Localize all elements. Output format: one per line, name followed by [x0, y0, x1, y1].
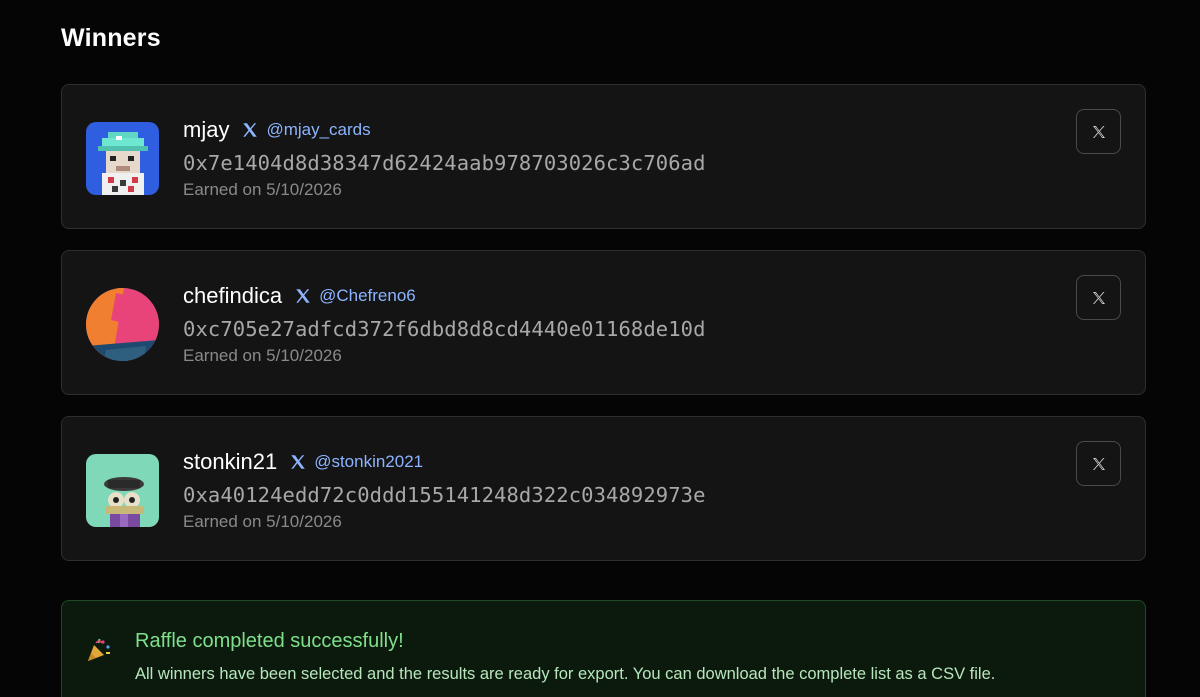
x-handle: @stonkin2021: [314, 452, 424, 471]
x-logo-icon: [291, 455, 305, 469]
avatar: [86, 122, 159, 195]
party-popper-icon: [88, 638, 110, 661]
x-logo-icon: [296, 289, 310, 303]
success-title: Raffle completed successfully!: [135, 630, 404, 652]
x-logo-icon: [1092, 125, 1105, 138]
winner-username: mjay: [183, 117, 230, 142]
share-on-x-button[interactable]: [1076, 441, 1121, 486]
share-on-x-button[interactable]: [1076, 109, 1121, 154]
winner-info: mjay @mjay_cards 0x7e1404d8d38347d62424a…: [183, 115, 706, 200]
x-profile-link[interactable]: @mjay_cards: [241, 120, 371, 140]
share-on-x-button[interactable]: [1076, 275, 1121, 320]
earned-date: Earned on 5/10/2026: [183, 346, 342, 365]
avatar: [86, 454, 159, 527]
winner-card: mjay @mjay_cards 0x7e1404d8d38347d62424a…: [61, 84, 1146, 229]
winner-info: chefindica @Chefreno6 0xc705e27adfcd372f…: [183, 281, 706, 366]
x-profile-link[interactable]: @stonkin2021: [289, 452, 423, 472]
section-title: Winners: [61, 24, 161, 52]
winners-page: Winners mjay @mjay_cards 0x7e1404d8d3834…: [0, 0, 1200, 697]
success-banner: Raffle completed successfully! All winne…: [61, 600, 1146, 697]
avatar: [86, 288, 159, 361]
name-row: chefindica @Chefreno6: [183, 281, 706, 311]
name-row: stonkin21 @stonkin2021: [183, 447, 706, 477]
winner-card: chefindica @Chefreno6 0xc705e27adfcd372f…: [61, 250, 1146, 395]
winner-username: chefindica: [183, 283, 283, 308]
wallet-address: 0x7e1404d8d38347d62424aab978703026c3c706…: [183, 151, 706, 175]
wallet-address: 0xc705e27adfcd372f6dbd8d8cd4440e01168de1…: [183, 317, 706, 341]
winner-info: stonkin21 @stonkin2021 0xa40124edd72c0dd…: [183, 447, 706, 532]
earned-date: Earned on 5/10/2026: [183, 512, 342, 531]
x-logo-icon: [1092, 457, 1105, 470]
name-row: mjay @mjay_cards: [183, 115, 706, 145]
x-handle: @mjay_cards: [266, 120, 371, 139]
earned-date: Earned on 5/10/2026: [183, 180, 342, 199]
wallet-address: 0xa40124edd72c0ddd155141248d322c03489297…: [183, 483, 706, 507]
x-handle: @Chefreno6: [319, 286, 416, 305]
x-logo-icon: [1092, 291, 1105, 304]
x-profile-link[interactable]: @Chefreno6: [294, 286, 416, 306]
winner-card: stonkin21 @stonkin2021 0xa40124edd72c0dd…: [61, 416, 1146, 561]
x-logo-icon: [243, 123, 258, 137]
winner-username: stonkin21: [183, 449, 278, 474]
success-message: All winners have been selected and the r…: [135, 665, 996, 683]
